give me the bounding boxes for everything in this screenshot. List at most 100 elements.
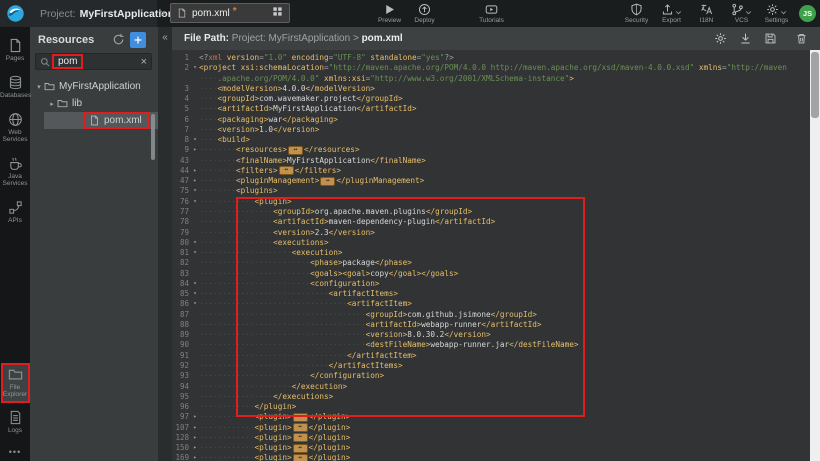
code-line[interactable]: 107▸············<plugin>↔</plugin> <box>172 423 810 433</box>
code-line[interactable]: 7····<version>1.0</version> <box>172 125 810 135</box>
code-line[interactable]: 97▸············<plugin>↔</plugin> <box>172 412 810 422</box>
sidebar-item-web-services[interactable]: Web Services <box>0 110 30 145</box>
tab-grid-button[interactable] <box>272 4 283 22</box>
sidebar-item-file-explorer[interactable]: File Explorer <box>1 363 30 403</box>
code-line[interactable]: 75▾········<plugins> <box>172 186 810 196</box>
fold-closed-icon[interactable]: ▸ <box>191 423 199 433</box>
code-line[interactable]: 87····································<g… <box>172 310 810 320</box>
editor-scrollbar[interactable] <box>810 50 820 461</box>
code-line[interactable]: 92····························</artifact… <box>172 361 810 371</box>
topbar-action-deploy[interactable]: Deploy <box>407 3 442 24</box>
collapse-panel-icon[interactable]: « <box>158 32 172 43</box>
tree-expand-open-icon[interactable]: ▾ <box>34 83 44 91</box>
fold-open-icon[interactable]: ▾ <box>191 299 199 309</box>
sidebar-item-logs[interactable]: Logs <box>0 408 30 436</box>
code-line[interactable]: 89····································<v… <box>172 330 810 340</box>
folded-code-widget[interactable]: ↔ <box>293 433 308 442</box>
fold-open-icon[interactable]: ▾ <box>191 63 199 73</box>
fold-open-icon[interactable]: ▾ <box>191 135 199 145</box>
folded-code-widget[interactable]: ↔ <box>293 454 308 461</box>
sidebar-item-apis[interactable]: APIs <box>0 198 30 226</box>
download-icon[interactable] <box>739 32 752 45</box>
tree-expand-closed-icon[interactable]: ▸ <box>47 100 57 108</box>
fold-closed-icon[interactable]: ▸ <box>191 433 199 443</box>
search-input[interactable]: pom × <box>35 53 152 70</box>
folded-code-widget[interactable]: ↔ <box>293 444 308 453</box>
code-line[interactable]: 94····················</execution> <box>172 382 810 392</box>
code-line[interactable]: 6····<packaging>war</packaging> <box>172 115 810 125</box>
add-resource-button[interactable] <box>130 32 146 48</box>
code-line[interactable]: 91································</arti… <box>172 351 810 361</box>
code-line[interactable]: 3····<modelVersion>4.0.0</modelVersion> <box>172 84 810 94</box>
code-line[interactable]: 5····<artifactId>MyFirstApplication</art… <box>172 104 810 114</box>
code-line[interactable]: 76▾············<plugin> <box>172 197 810 207</box>
code-line[interactable]: 44▸········<filters>↔</filters> <box>172 166 810 176</box>
code-line[interactable]: 4····<groupId>com.wavemaker.project</gro… <box>172 94 810 104</box>
code-line[interactable]: 93························</configuratio… <box>172 371 810 381</box>
fold-open-icon[interactable]: ▾ <box>191 289 199 299</box>
topbar-action-preview[interactable]: Preview <box>372 3 407 24</box>
fold-closed-icon[interactable]: ▸ <box>191 176 199 186</box>
code-line[interactable]: 96············</plugin> <box>172 402 810 412</box>
sidebar-item-pages[interactable]: Pages <box>0 36 30 64</box>
code-line[interactable]: 78················<artifactId>maven-depe… <box>172 217 810 227</box>
fold-closed-icon[interactable]: ▸ <box>191 453 199 461</box>
sidebar-item-java-services[interactable]: Java Services <box>0 154 30 189</box>
code-line[interactable]: 82························<phase>package… <box>172 258 810 268</box>
topbar-action-i18n[interactable]: I18N <box>689 3 724 24</box>
close-icon[interactable]: × <box>141 57 147 67</box>
code-line[interactable]: 84▾························<configuratio… <box>172 279 810 289</box>
app-logo[interactable] <box>0 0 30 27</box>
tab-pom-xml[interactable]: pom.xml * <box>170 3 290 23</box>
tree-item-pom-xml[interactable]: pom.xml <box>44 112 158 129</box>
topbar-action-vcs[interactable]: VCS <box>724 3 759 24</box>
code-line[interactable]: 90····································<d… <box>172 340 810 350</box>
code-line[interactable]: 88····································<a… <box>172 320 810 330</box>
topbar-action-tutorials[interactable]: Tutorials <box>474 3 509 24</box>
sidebar-more-icon[interactable]: ••• <box>9 447 21 457</box>
code-line[interactable]: 8▾····<build> <box>172 135 810 145</box>
fold-closed-icon[interactable]: ▸ <box>191 166 199 176</box>
topbar-action-export[interactable]: Export <box>654 3 689 24</box>
save-icon[interactable] <box>764 32 777 45</box>
code-line[interactable]: 169▸············<plugin>↔</plugin> <box>172 453 810 461</box>
code-line[interactable]: ····.apache.org/POM/4.0.0" xmlns:xsi="ht… <box>172 74 810 84</box>
user-avatar[interactable]: JS <box>799 5 816 22</box>
code-line[interactable]: 85▾····························<artifact… <box>172 289 810 299</box>
code-line[interactable]: 150▸············<plugin>↔</plugin> <box>172 443 810 453</box>
tree-item-lib[interactable]: ▸lib <box>30 95 158 112</box>
folded-code-widget[interactable]: ↔ <box>293 413 308 422</box>
sidebar-item-databases[interactable]: Databases <box>0 73 30 101</box>
code-line[interactable]: 83························<goals><goal>c… <box>172 269 810 279</box>
folded-code-widget[interactable]: ↔ <box>279 166 294 175</box>
resources-scrollbar[interactable] <box>151 114 155 160</box>
code-line[interactable]: 95················</executions> <box>172 392 810 402</box>
code-line[interactable]: 81▾····················<execution> <box>172 248 810 258</box>
folded-code-widget[interactable]: ↔ <box>288 146 303 155</box>
fold-closed-icon[interactable]: ▸ <box>191 145 199 155</box>
folded-code-widget[interactable]: ↔ <box>320 177 335 186</box>
fold-open-icon[interactable]: ▾ <box>191 279 199 289</box>
code-line[interactable]: 9▸········<resources>↔</resources> <box>172 145 810 155</box>
topbar-action-security[interactable]: Security <box>619 3 654 24</box>
folded-code-widget[interactable]: ↔ <box>293 423 308 432</box>
code-line[interactable]: 77················<groupId>org.apache.ma… <box>172 207 810 217</box>
code-line[interactable]: 1<?xml version="1.0" encoding="UTF-8" st… <box>172 53 810 63</box>
refresh-icon[interactable] <box>112 33 125 46</box>
fold-closed-icon[interactable]: ▸ <box>191 443 199 453</box>
gear-icon[interactable] <box>714 32 727 45</box>
project-breadcrumb[interactable]: Project: MyFirstApplication <box>30 0 157 27</box>
fold-open-icon[interactable]: ▾ <box>191 238 199 248</box>
fold-open-icon[interactable]: ▾ <box>191 186 199 196</box>
trash-icon[interactable] <box>795 32 808 45</box>
fold-closed-icon[interactable]: ▸ <box>191 412 199 422</box>
code-line[interactable]: 43········<finalName>MyFirstApplication<… <box>172 156 810 166</box>
code-editor[interactable]: 1<?xml version="1.0" encoding="UTF-8" st… <box>172 50 820 461</box>
code-line[interactable]: 80▾················<executions> <box>172 238 810 248</box>
fold-open-icon[interactable]: ▾ <box>191 197 199 207</box>
code-line[interactable]: 2▾<project xsi:schemaLocation="http://ma… <box>172 63 810 73</box>
code-line[interactable]: 128▸············<plugin>↔</plugin> <box>172 433 810 443</box>
code-line[interactable]: 79················<version>2.3</version> <box>172 228 810 238</box>
tree-item-myfirstapplication[interactable]: ▾MyFirstApplication <box>30 78 158 95</box>
topbar-action-settings[interactable]: Settings <box>759 3 794 24</box>
